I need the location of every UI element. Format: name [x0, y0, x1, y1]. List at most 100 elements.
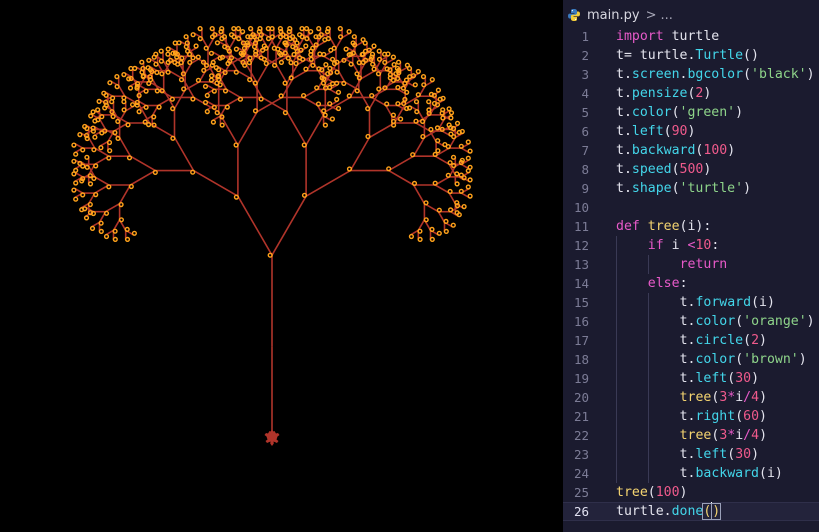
- tree-node-circle: [195, 54, 201, 60]
- code-lines[interactable]: 1 import turtle 2 t= turtle.Turtle() 3 t.scre…: [563, 27, 819, 521]
- tree-node-circle: [202, 83, 209, 89]
- code-token: (): [743, 48, 759, 63]
- code-token: turtle.: [616, 504, 672, 519]
- code-line[interactable]: 13 return: [563, 255, 819, 274]
- code-line[interactable]: 2 t= turtle.Turtle(): [563, 46, 819, 65]
- code-token: 'orange': [743, 314, 807, 329]
- tree-node-circle: [80, 192, 86, 198]
- tree-branch: [118, 184, 132, 205]
- tree-node-circle: [334, 96, 340, 102]
- code-token: :: [679, 276, 688, 291]
- code-text: t.color('brown'): [680, 350, 807, 369]
- breadcrumb-file[interactable]: main.py: [587, 8, 640, 23]
- indent-guide: [647, 426, 649, 445]
- breadcrumb-symbols[interactable]: ...: [660, 8, 672, 23]
- code-token: ): [727, 143, 736, 158]
- tree-node-circle: [110, 113, 116, 120]
- code-line[interactable]: 8 t.speed(500): [563, 160, 819, 179]
- tree-node-circle: [331, 45, 337, 51]
- tree-node-circle: [382, 51, 388, 57]
- code-line[interactable]: 15 t.forward(i): [563, 293, 819, 312]
- code-text: def tree(i):: [616, 217, 711, 236]
- tree-node-circle: [415, 68, 421, 75]
- code-token: 100: [703, 143, 728, 158]
- code-line[interactable]: 9 t.shape('turtle'): [563, 179, 819, 198]
- tree-node-circle: [465, 155, 471, 161]
- tree-node-circle: [195, 77, 201, 83]
- code-line[interactable]: 20 tree(3*i/4): [563, 388, 819, 407]
- code-line[interactable]: 19 t.left(30): [563, 369, 819, 388]
- code-line[interactable]: 14 else:: [563, 274, 819, 293]
- tree-node-circle: [329, 116, 335, 122]
- code-editor[interactable]: main.py > ... 1 import turtle 2 t= turtle.T…: [563, 0, 819, 532]
- code-token: (i): [751, 295, 775, 310]
- tree-node-circle: [140, 73, 146, 79]
- tree-branch: [237, 195, 273, 256]
- tree-node-circle: [73, 196, 79, 202]
- code-line[interactable]: 24 t.backward(i): [563, 464, 819, 483]
- tree-node-circle: [461, 204, 467, 210]
- code-line[interactable]: 11 def tree(i):: [563, 217, 819, 236]
- tree-node-circle: [265, 35, 272, 42]
- code-line[interactable]: 21 t.right(60): [563, 407, 819, 426]
- code-token: t.: [616, 143, 632, 158]
- code-token: tree: [679, 390, 712, 405]
- tree-branch: [358, 89, 371, 109]
- code-token: /: [743, 390, 752, 405]
- tree-node-circle: [290, 44, 296, 50]
- line-number: 18: [573, 352, 589, 367]
- tree-node-circle: [251, 44, 258, 50]
- tree-node-circle: [408, 233, 414, 240]
- code-line[interactable]: 25 tree(100): [563, 483, 819, 502]
- code-line[interactable]: 1 import turtle: [563, 27, 819, 46]
- code-line[interactable]: 16 t.color('orange'): [563, 312, 819, 331]
- code-line[interactable]: 22 tree(3*i/4): [563, 426, 819, 445]
- code-token: (: [671, 105, 680, 120]
- tree-node-circle: [391, 61, 397, 68]
- code-line[interactable]: 3 t.screen.bgcolor('black'): [563, 65, 819, 84]
- tree-node-circle: [299, 26, 305, 32]
- tree-node-circle: [228, 32, 235, 38]
- code-token: t.: [616, 67, 632, 82]
- tree-node-circle: [112, 130, 118, 136]
- turtle-icon: [264, 429, 280, 446]
- code-line[interactable]: 23 t.left(30): [563, 445, 819, 464]
- tree-node-circle: [315, 101, 322, 107]
- tree-node-circle: [112, 236, 118, 242]
- tree-branch: [193, 169, 239, 197]
- code-text: t= turtle.Turtle(): [616, 46, 759, 65]
- indent-guide: [647, 293, 649, 312]
- tree-node-circle: [447, 160, 453, 166]
- code-line[interactable]: 4 t.pensize(2): [563, 84, 819, 103]
- tree-node-circle: [247, 77, 253, 83]
- tree-node-circle: [145, 65, 151, 71]
- code-line[interactable]: 26 turtle.done(): [563, 502, 819, 521]
- code-line[interactable]: 10: [563, 198, 819, 217]
- tree-node-circle: [293, 60, 299, 67]
- indent-guide: [616, 407, 617, 426]
- code-line[interactable]: 18 t.color('brown'): [563, 350, 819, 369]
- code-line[interactable]: 12 if i <10:: [563, 236, 819, 255]
- code-token: ): [703, 86, 712, 101]
- code-text: t.pensize(2): [616, 84, 711, 103]
- tree-node-circle: [322, 112, 328, 118]
- tree-node-circle: [371, 43, 377, 49]
- tree-node-circle: [451, 134, 457, 140]
- code-text: t.screen.bgcolor('black'): [616, 65, 815, 84]
- code-token: ): [679, 485, 688, 500]
- tree-branch: [256, 63, 269, 84]
- code-line[interactable]: 6 t.left(90): [563, 122, 819, 141]
- code-line[interactable]: 5 t.color('green'): [563, 103, 819, 122]
- code-text: else:: [648, 274, 688, 293]
- tree-node-circle: [208, 77, 214, 83]
- tree-node-circle: [204, 92, 210, 99]
- code-line[interactable]: 7 t.backward(100): [563, 141, 819, 160]
- code-token: 'turtle': [679, 181, 744, 196]
- tree-branch: [173, 137, 195, 171]
- tree-node-circle: [95, 107, 101, 113]
- indent-guide: [616, 350, 617, 369]
- tree-node-circle: [450, 222, 456, 228]
- code-line[interactable]: 17 t.circle(2): [563, 331, 819, 350]
- tree-node-circle: [360, 51, 366, 57]
- tree-node-circle: [112, 228, 118, 234]
